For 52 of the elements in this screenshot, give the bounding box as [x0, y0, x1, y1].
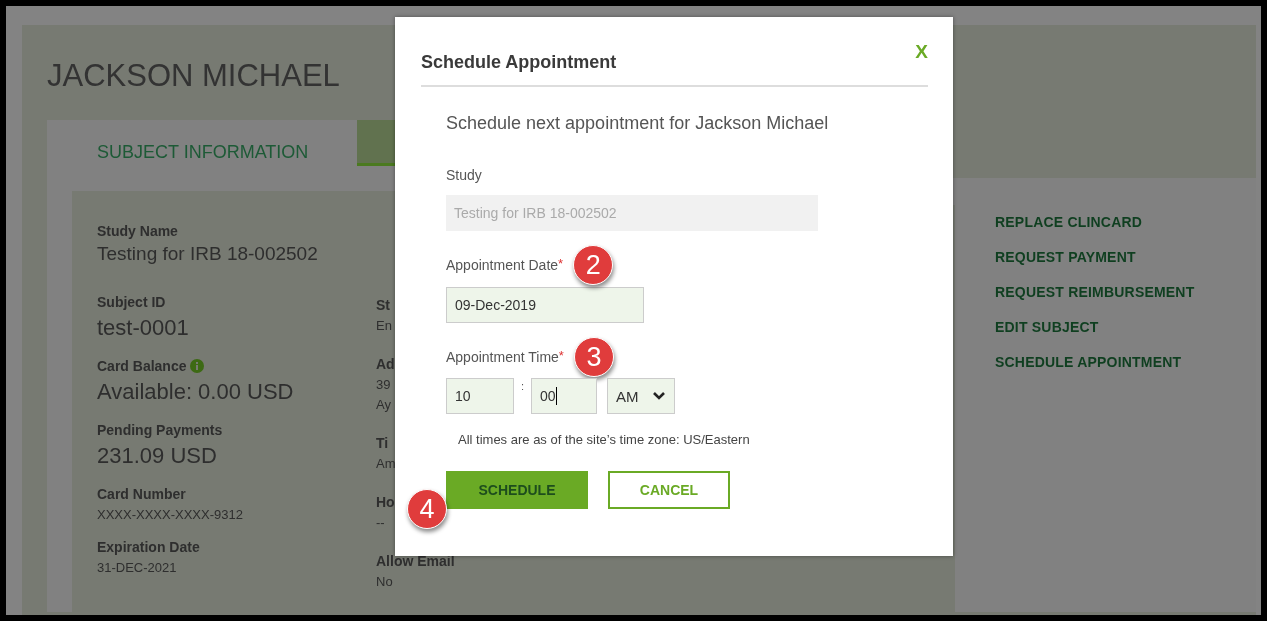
- cancel-button[interactable]: CANCEL: [608, 471, 730, 509]
- time-separator: :: [519, 380, 526, 392]
- required-mark: *: [558, 348, 564, 363]
- field-label: Allow Email: [376, 553, 455, 569]
- hour-field[interactable]: 10: [446, 378, 514, 414]
- page-title: JACKSON MICHAEL: [47, 58, 340, 94]
- field-label: Ti: [376, 435, 389, 451]
- field-label: Ho: [376, 494, 395, 510]
- chevron-down-icon: [652, 391, 666, 401]
- step-marker: 4: [407, 489, 447, 529]
- field-value: 39: [376, 377, 391, 392]
- action-link[interactable]: REQUEST PAYMENT: [995, 249, 1195, 265]
- dialog-subtitle: Schedule next appointment for Jackson Michael: [446, 113, 830, 134]
- field-value: 231.09 USD: [97, 443, 217, 469]
- action-link[interactable]: REQUEST REIMBURSEMENT: [995, 284, 1195, 300]
- field-value: --: [376, 515, 385, 530]
- field-label: Pending Payments: [97, 422, 223, 438]
- tab[interactable]: SUBJECT INFORMATION: [47, 120, 357, 166]
- field-value: 31-DEC-2021: [97, 560, 177, 575]
- action-link[interactable]: REPLACE CLINCARD: [995, 214, 1195, 230]
- field-label: Appointment Date: [446, 257, 559, 273]
- field-value: Am: [376, 456, 396, 471]
- action-link[interactable]: EDIT SUBJECT: [995, 319, 1195, 335]
- dialog-title: Schedule Appointment: [421, 52, 617, 73]
- field-label: St: [376, 297, 390, 313]
- field-value: test-0001: [97, 315, 189, 341]
- field-label: Appointment Time: [446, 349, 559, 365]
- action-link[interactable]: SCHEDULE APPOINTMENT: [995, 354, 1195, 370]
- field-value: Testing for IRB 18-002502: [97, 243, 318, 265]
- required-mark: *: [558, 256, 564, 271]
- field-value: En: [376, 318, 392, 333]
- info-icon[interactable]: [190, 359, 205, 373]
- field-label: Card Number: [97, 486, 186, 502]
- minute-field[interactable]: 00: [531, 378, 597, 414]
- field-value: Ay: [376, 397, 391, 412]
- step-marker: 2: [573, 245, 614, 285]
- tab[interactable]: [357, 120, 395, 166]
- field-label: Study Name: [97, 223, 178, 239]
- field-value: No: [376, 574, 393, 589]
- field-value: XXXX-XXXX-XXXX-9312: [97, 507, 243, 522]
- schedule-button[interactable]: SCHEDULE: [446, 471, 588, 509]
- field-label: Expiration Date: [97, 539, 200, 555]
- field-label: Study: [446, 167, 482, 183]
- time-zone-note: All times are as of the site’s time zone: US/Eastern: [458, 432, 751, 447]
- step-marker: 3: [573, 337, 614, 377]
- field-value: Available: 0.00 USD: [97, 379, 294, 405]
- field-label: Subject ID: [97, 294, 166, 310]
- close-button[interactable]: X: [915, 41, 928, 63]
- date-field[interactable]: 09-Dec-2019: [446, 287, 644, 323]
- field-label: Card Balance: [97, 358, 187, 374]
- field-label: Ad: [376, 356, 395, 372]
- period-select[interactable]: AM: [607, 378, 675, 414]
